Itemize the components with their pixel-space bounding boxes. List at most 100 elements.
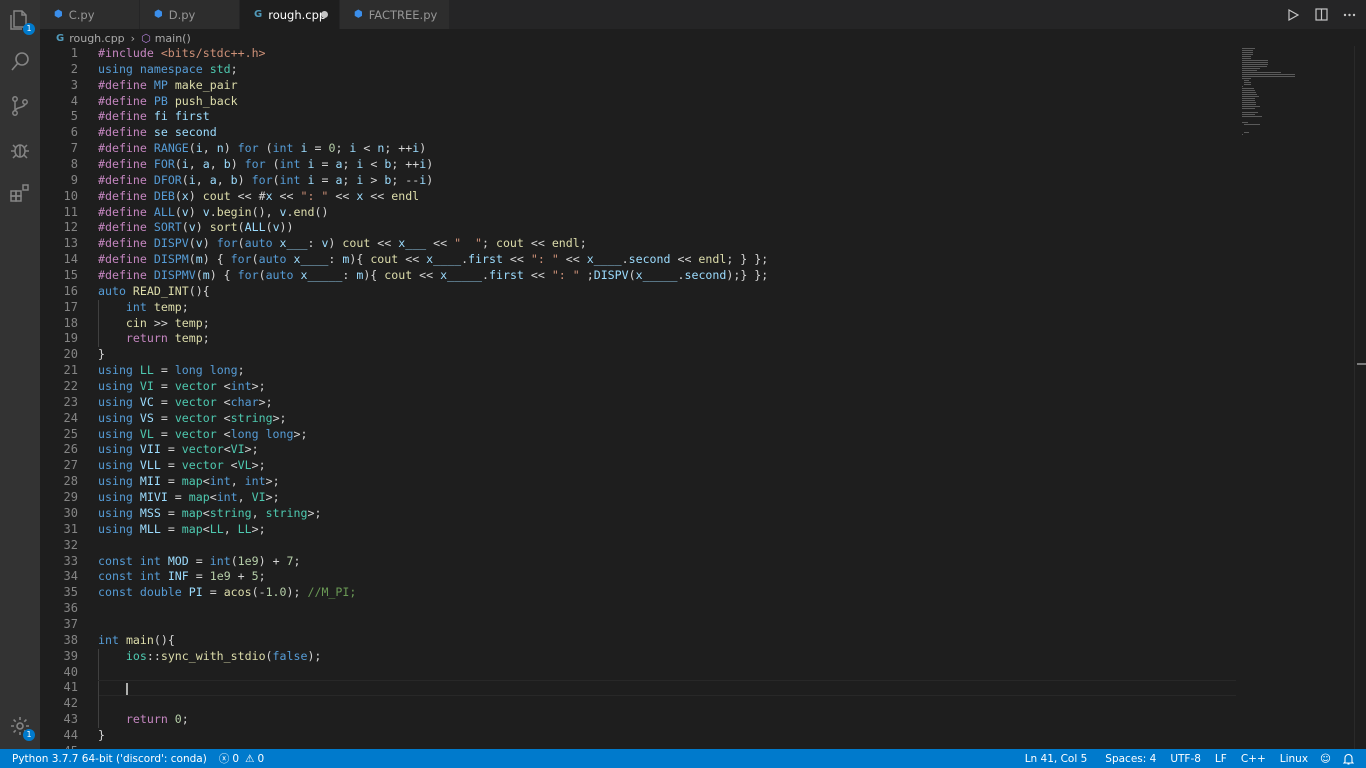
code-line[interactable]: int temp; xyxy=(98,299,1236,316)
minimap-line xyxy=(1242,54,1253,55)
minimap-line xyxy=(1242,74,1295,75)
code-line[interactable]: #include <bits/stdc++.h> xyxy=(98,46,1236,62)
code-line[interactable] xyxy=(98,664,1236,681)
function-cube-icon: ⬡ xyxy=(141,31,151,45)
explorer-icon[interactable]: 1 xyxy=(8,8,35,35)
indentation[interactable]: Spaces: 4 xyxy=(1099,749,1162,768)
code-line[interactable]: const double PI = acos(-1.0); //M_PI; xyxy=(98,585,1236,601)
python-interpreter[interactable]: Python 3.7.7 64-bit ('discord': conda) xyxy=(6,749,213,768)
code-line[interactable]: return temp; xyxy=(98,331,1236,348)
problems-indicator[interactable]: ⓧ 0 ⚠ 0 xyxy=(213,749,270,768)
source-control-icon[interactable] xyxy=(8,94,32,118)
line-number: 27 xyxy=(63,458,78,473)
debug-icon[interactable] xyxy=(8,138,32,162)
code-line[interactable]: using MLL = map<LL, LL>; xyxy=(98,522,1236,538)
code-line[interactable] xyxy=(98,696,1236,713)
breadcrumb-file[interactable]: rough.cpp xyxy=(69,32,124,45)
split-editor-icon[interactable] xyxy=(1314,8,1328,22)
code-line[interactable]: #define PB push_back xyxy=(98,94,1236,110)
line-number: 28 xyxy=(63,474,78,489)
code-line[interactable]: #define se second xyxy=(98,125,1236,141)
minimap[interactable] xyxy=(1236,46,1354,749)
line-number: 10 xyxy=(63,188,78,203)
code-line[interactable]: using MIVI = map<int, VI>; xyxy=(98,490,1236,506)
line-number: 20 xyxy=(63,347,78,362)
code-line[interactable]: #define DISPV(v) for(auto x___: v) cout … xyxy=(98,236,1236,252)
code-line[interactable] xyxy=(98,601,1236,617)
code-line[interactable]: using MII = map<int, int>; xyxy=(98,474,1236,490)
activity-bar: 1 1 xyxy=(0,0,40,749)
minimap-line xyxy=(1242,88,1254,89)
tab-d-py[interactable]: ⬢ D.py xyxy=(140,0,240,29)
minimap-line xyxy=(1242,102,1257,103)
code-line[interactable]: using VL = vector <long long>; xyxy=(98,427,1236,443)
code-line[interactable]: #define DFOR(i, a, b) for(int i = a; i >… xyxy=(98,173,1236,189)
code-line[interactable]: #define DISPM(m) { for(auto x____: m){ c… xyxy=(98,252,1236,268)
code-line[interactable]: using VI = vector <int>; xyxy=(98,379,1236,395)
code-line[interactable]: using namespace std; xyxy=(98,62,1236,78)
line-number: 26 xyxy=(63,442,78,457)
code-area[interactable]: #include <bits/stdc++.h> using namespace … xyxy=(98,46,1236,749)
tab-rough-cpp[interactable]: G rough.cpp xyxy=(240,0,340,29)
line-number: 44 xyxy=(63,727,78,742)
code-line[interactable]: #define SORT(v) sort(ALL(v)) xyxy=(98,220,1236,236)
code-line[interactable]: const int INF = 1e9 + 5; xyxy=(98,569,1236,585)
cpp-file-icon: G xyxy=(56,32,65,44)
code-line[interactable]: } xyxy=(98,347,1236,363)
code-line[interactable]: #define FOR(i, a, b) for (int i = a; i <… xyxy=(98,157,1236,173)
tab-c-py[interactable]: ⬢ C.py xyxy=(40,0,140,29)
cursor-position[interactable]: Ln 41, Col 5 xyxy=(1019,749,1094,768)
encoding[interactable]: UTF-8 xyxy=(1164,749,1207,768)
code-editor[interactable]: 1 2 3 4 5 6 7 8 9 10 11 12 13 14 15 16 17 18 19 20 21 22 23 24 2… xyxy=(40,46,1236,749)
breadcrumb-symbol[interactable]: main() xyxy=(155,32,191,45)
minimap-line xyxy=(1242,76,1295,77)
code-line[interactable]: #define MP make_pair xyxy=(98,78,1236,94)
language-mode[interactable]: C++ xyxy=(1235,749,1272,768)
code-line[interactable]: cin >> temp; xyxy=(98,315,1236,332)
vertical-scrollbar[interactable] xyxy=(1354,46,1366,749)
code-line[interactable]: auto READ_INT(){ xyxy=(98,284,1236,300)
minimap-line xyxy=(1242,122,1249,123)
code-line[interactable]: } xyxy=(98,728,1236,744)
end-of-line[interactable]: LF xyxy=(1209,749,1233,768)
code-line[interactable] xyxy=(98,617,1236,633)
notifications-bell-icon[interactable] xyxy=(1337,749,1360,768)
code-line[interactable]: #define RANGE(i, n) for (int i = 0; i < … xyxy=(98,141,1236,157)
code-line[interactable] xyxy=(98,538,1236,554)
extensions-icon[interactable] xyxy=(8,181,32,205)
code-line[interactable]: const int MOD = int(1e9) + 7; xyxy=(98,554,1236,570)
code-line[interactable]: #define fi first xyxy=(98,109,1236,125)
code-line[interactable]: using VII = vector<VI>; xyxy=(98,442,1236,458)
code-line[interactable]: using LL = long long; xyxy=(98,363,1236,379)
chevron-right-icon: › xyxy=(130,31,136,45)
minimap-line xyxy=(1242,92,1256,93)
line-number: 41 xyxy=(63,680,78,695)
settings-gear-icon[interactable]: 1 xyxy=(8,714,35,741)
code-line[interactable]: int main(){ xyxy=(98,633,1236,649)
code-line-current[interactable] xyxy=(98,680,1236,698)
line-number: 43 xyxy=(63,712,78,727)
tab-factree-py[interactable]: ⬢ FACTREE.py xyxy=(340,0,450,29)
line-number: 39 xyxy=(63,648,78,663)
operating-system[interactable]: Linux xyxy=(1274,749,1314,768)
code-line[interactable]: ios::sync_with_stdio(false); xyxy=(98,648,1236,665)
line-number: 2 xyxy=(70,61,78,76)
feedback-smiley-icon[interactable]: ☺ xyxy=(1314,749,1337,768)
run-icon[interactable] xyxy=(1286,8,1300,22)
code-line[interactable]: #define DISPMV(m) { for(auto x_____: m){… xyxy=(98,268,1236,284)
tab-label: D.py xyxy=(168,7,196,22)
code-line[interactable]: #define DEB(x) cout << #x << ": " << x <… xyxy=(98,189,1236,205)
code-line[interactable]: using VLL = vector <VL>; xyxy=(98,458,1236,474)
code-line[interactable]: return 0; xyxy=(98,712,1236,729)
code-line[interactable]: #define ALL(v) v.begin(), v.end() xyxy=(98,205,1236,221)
unsaved-dot-icon[interactable] xyxy=(321,11,328,18)
minimap-line xyxy=(1242,58,1252,59)
search-icon[interactable] xyxy=(8,50,32,74)
error-icon: ⓧ xyxy=(218,753,230,765)
code-line[interactable]: using MSS = map<string, string>; xyxy=(98,506,1236,522)
code-line[interactable]: using VS = vector <string>; xyxy=(98,411,1236,427)
line-number: 18 xyxy=(63,315,78,330)
minimap-line xyxy=(1242,72,1281,73)
code-line[interactable]: using VC = vector <char>; xyxy=(98,395,1236,411)
more-actions-icon[interactable] xyxy=(1342,8,1356,22)
